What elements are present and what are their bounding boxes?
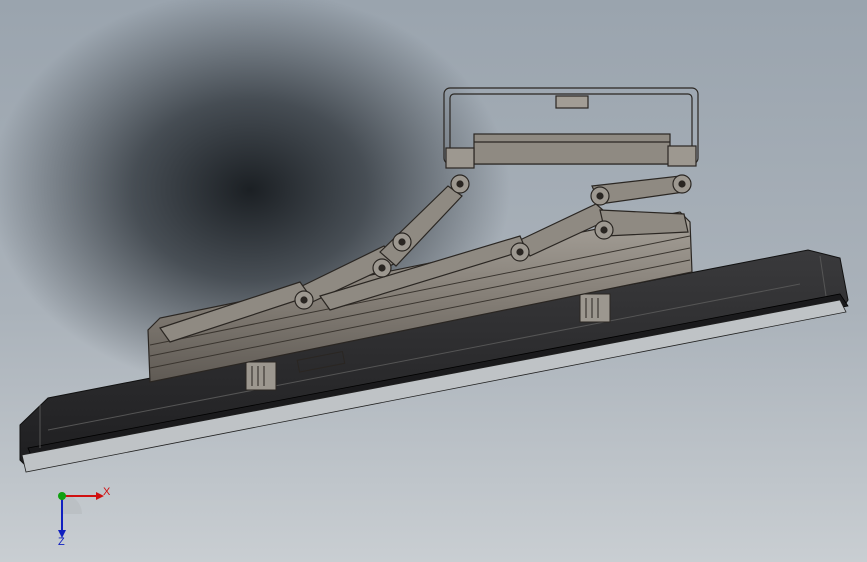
blade-clip-right	[579, 293, 611, 323]
graphics-viewport[interactable]: X Z	[0, 0, 867, 562]
x-axis-label: X	[103, 486, 111, 498]
blade-clip-left	[245, 361, 277, 391]
coordinate-triad: X Z	[40, 478, 120, 548]
z-axis-label: Z	[58, 536, 65, 548]
y-axis-dot	[58, 492, 66, 500]
adapter-bracket	[443, 87, 699, 169]
wiper-blade-model[interactable]	[0, 0, 867, 562]
